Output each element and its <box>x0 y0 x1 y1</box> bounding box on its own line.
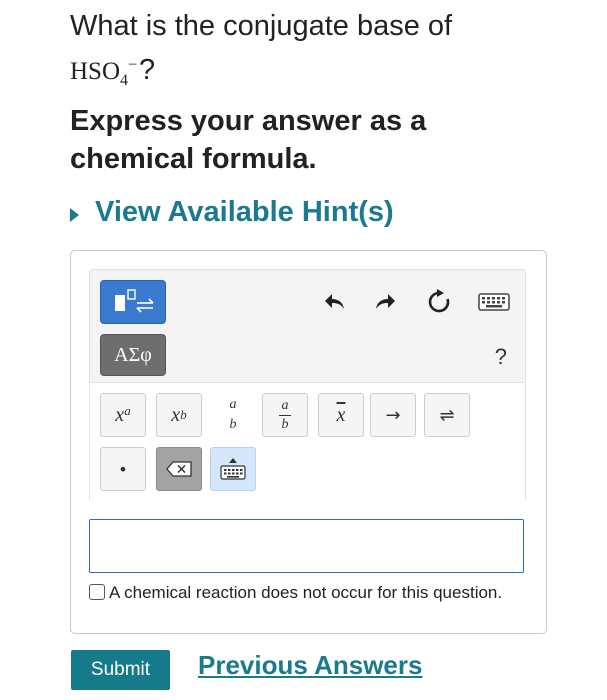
undo-icon[interactable] <box>320 288 350 316</box>
question-text: What is the conjugate base of <box>70 10 453 42</box>
view-hints-label: View Available Hint(s) <box>95 196 394 228</box>
answer-input[interactable] <box>89 519 524 573</box>
formula-main: HSO <box>70 58 121 85</box>
previous-answers-link[interactable]: Previous Answers <box>198 650 422 681</box>
dot-key[interactable]: • <box>100 447 146 491</box>
superscript-exp: a <box>124 403 131 418</box>
superscript-base: x <box>115 403 125 426</box>
fraction-bar-den: b <box>281 416 289 432</box>
fraction-den: b <box>229 417 237 432</box>
greek-symbols-button[interactable]: ΑΣφ <box>100 334 166 376</box>
math-toolbar: ΑΣφ ? x a x b a b a b x → ⇌ • <box>89 269 526 504</box>
xbar-key[interactable]: x <box>318 393 364 437</box>
no-reaction-label: A chemical reaction does not occur for t… <box>109 583 503 602</box>
fraction-glyph: a b <box>230 398 237 432</box>
keyboard-icon[interactable] <box>474 288 514 316</box>
fraction-bar-num: a <box>281 397 289 413</box>
subscript-key[interactable]: xb <box>156 393 202 437</box>
submit-button[interactable]: Submit <box>71 650 170 690</box>
answer-panel: ΑΣφ ? x a x b a b a b x → ⇌ • A chemical… <box>70 250 547 634</box>
no-reaction-checkbox[interactable] <box>89 584 105 600</box>
triangle-right-icon <box>70 207 79 222</box>
view-hints-link[interactable]: View Available Hint(s) <box>70 196 394 229</box>
subscript-sub: b <box>180 407 187 422</box>
backspace-key[interactable] <box>156 447 202 491</box>
fraction-key[interactable]: a b <box>210 393 256 437</box>
help-icon[interactable]: ? <box>495 344 507 370</box>
templates-icon <box>115 289 154 313</box>
templates-button[interactable] <box>100 280 166 324</box>
redo-icon[interactable] <box>370 288 400 316</box>
keyboard-up-icon <box>220 458 246 480</box>
question-formula: HSO4−? <box>70 54 155 90</box>
formula-question-mark: ? <box>139 54 156 86</box>
fraction-bar-line <box>279 414 291 416</box>
formula-superscript: − <box>128 56 138 74</box>
formula-subscript: 4 <box>120 72 129 89</box>
reset-icon[interactable] <box>424 288 454 316</box>
fraction-num: a <box>229 397 237 412</box>
superscript-key[interactable]: xa <box>100 393 146 437</box>
no-reaction-option: A chemical reaction does not occur for t… <box>89 581 529 604</box>
toggle-keyboard-key[interactable] <box>210 447 256 491</box>
fraction-bar-key[interactable]: a b <box>262 393 308 437</box>
xbar-label: x <box>336 403 346 426</box>
subscript-base: x <box>171 403 181 426</box>
backspace-icon <box>166 461 192 477</box>
reaction-arrow-key[interactable]: → <box>370 393 416 437</box>
keypad: xa xb a b a b x → ⇌ • <box>90 382 525 504</box>
instruction-text: Express your answer as a chemical formul… <box>70 105 427 175</box>
fraction-bar-glyph: a b <box>279 397 291 432</box>
equilibrium-arrow-key[interactable]: ⇌ <box>424 393 470 437</box>
